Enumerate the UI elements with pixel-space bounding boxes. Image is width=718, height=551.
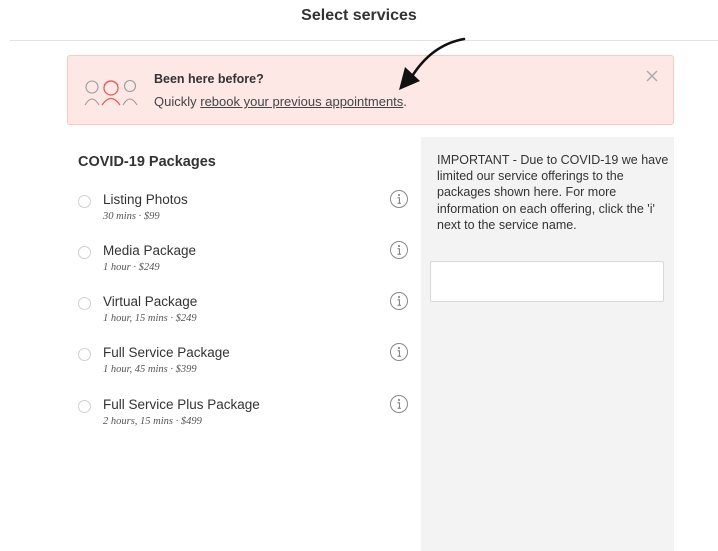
service-name: Full Service Plus Package: [103, 397, 260, 412]
radio-icon[interactable]: [78, 400, 91, 413]
info-icon[interactable]: [389, 342, 409, 362]
service-meta: 2 hours, 15 mins · $499: [103, 416, 202, 427]
banner-text-suffix: .: [403, 94, 407, 109]
radio-icon[interactable]: [78, 246, 91, 259]
side-panel-input[interactable]: [430, 261, 664, 302]
service-meta: 1 hour, 45 mins · $399: [103, 364, 197, 375]
radio-icon[interactable]: [78, 195, 91, 208]
covid-notice: IMPORTANT - Due to COVID-19 we have limi…: [437, 153, 669, 232]
info-icon[interactable]: [389, 240, 409, 260]
banner-text-prefix: Quickly: [154, 94, 201, 109]
rebook-banner: Been here before? Quickly rebook your pr…: [67, 55, 674, 125]
service-meta: 1 hour, 15 mins · $249: [103, 313, 197, 324]
service-name: Virtual Package: [103, 294, 198, 309]
arrow-icon: [399, 37, 466, 90]
info-icon[interactable]: [389, 189, 409, 209]
people-illustration-icon: [84, 79, 138, 106]
close-icon[interactable]: [644, 68, 660, 84]
service-name: Media Package: [103, 243, 197, 258]
service-meta: 1 hour · $249: [103, 262, 160, 273]
section-title: COVID-19 Packages: [78, 154, 216, 170]
radio-icon[interactable]: [78, 348, 91, 361]
info-icon[interactable]: [389, 394, 409, 414]
service-option-listing-photos[interactable]: Listing Photos 30 mins · $99: [78, 189, 414, 232]
service-meta: 30 mins · $99: [103, 211, 160, 222]
page-title: Select services: [301, 7, 417, 24]
banner-text: Quickly rebook your previous appointment…: [154, 94, 407, 109]
info-icon[interactable]: [389, 291, 409, 311]
service-option-full-service-package[interactable]: Full Service Package 1 hour, 45 mins · $…: [78, 342, 414, 385]
radio-icon[interactable]: [78, 297, 91, 310]
service-option-virtual-package[interactable]: Virtual Package 1 hour, 15 mins · $249: [78, 291, 414, 334]
service-option-full-service-plus-package[interactable]: Full Service Plus Package 2 hours, 15 mi…: [78, 394, 414, 437]
side-panel: IMPORTANT - Due to COVID-19 we have limi…: [421, 137, 674, 551]
service-name: Listing Photos: [103, 192, 188, 207]
header-divider: [10, 40, 718, 41]
service-name: Full Service Package: [103, 345, 230, 360]
service-option-media-package[interactable]: Media Package 1 hour · $249: [78, 240, 414, 283]
rebook-link[interactable]: rebook your previous appointments: [200, 94, 403, 109]
banner-title: Been here before?: [154, 72, 264, 86]
